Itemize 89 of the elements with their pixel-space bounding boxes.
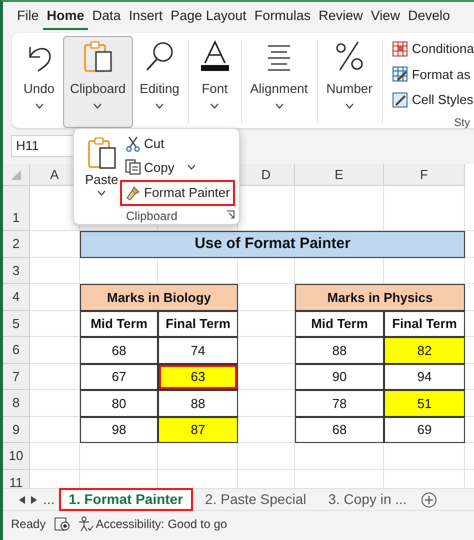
table-cell: 67 [80,364,158,390]
menu-tab[interactable]: Data [88,5,125,30]
conditional-style-icon [392,40,408,57]
column-header[interactable]: F [384,164,465,186]
column-heading: Mid Term [295,310,384,337]
group-label: Sty [454,116,470,130]
caret-icon [274,102,284,108]
column-header[interactable]: D [238,164,295,186]
row-header[interactable]: 6 [3,337,30,364]
cell-style-icon [392,92,408,108]
column-header[interactable]: E [295,164,384,186]
ribbon-button[interactable]: Number [319,36,380,128]
caret-icon [93,102,102,108]
row-header[interactable]: 11 [3,470,30,488]
row-header[interactable]: 2 [3,231,30,258]
ribbon-button[interactable]: Font [190,36,239,128]
scroll-left-icon[interactable] [19,496,25,504]
dialog-launcher-icon [226,210,235,219]
sheet-tab[interactable]: 2. Paste Special [197,490,314,509]
menu-item[interactable]: Copy [122,156,235,178]
menu-tab[interactable]: Insert [124,5,167,30]
paintbrush-icon [125,184,141,201]
caret-icon [344,102,354,108]
table-cell: 74 [158,337,238,364]
status-text: Ready [11,516,46,533]
menu-tab[interactable]: Develo [404,5,454,30]
table-style-icon [392,66,408,82]
menu-tab[interactable]: View [366,5,404,30]
status-text[interactable]: Accessibility: Good to go [96,515,228,533]
column-heading: Final Term [384,310,465,337]
add-sheet-icon[interactable] [420,492,437,508]
table-title: Marks in Physics [295,284,465,310]
sheet-tab[interactable]: 1. Format Painter [60,490,192,509]
row-header[interactable]: 3 [3,258,30,284]
style-menu-button[interactable]: Format as [392,62,474,87]
table-cell: 94 [384,364,465,390]
table-cell: 69 [384,416,465,443]
table-cell: 68 [80,337,158,364]
row-header[interactable]: 4 [3,284,30,310]
scroll-right-icon[interactable] [31,496,37,504]
clipboard-icon [86,136,117,170]
menu-item[interactable]: Format Painter [120,180,235,206]
column-heading: Mid Term [80,310,158,337]
menu-tab[interactable]: Review [314,5,367,30]
row-header[interactable]: 7 [3,364,30,390]
column-heading: Final Term [158,310,238,337]
table-cell: 80 [80,390,158,416]
caret-icon [155,102,164,108]
grid-cell[interactable] [30,443,80,470]
menu-tab[interactable]: Page Layout [166,5,250,30]
menu-tab[interactable]: File [13,5,43,30]
accessibility-icon [78,516,94,532]
caret-icon [210,102,220,108]
caret-icon [97,190,106,196]
table-cell: 90 [295,364,384,390]
more-sheets-button[interactable]: ... [43,489,55,510]
group-label: Clipboard [126,208,178,225]
style-menu-button[interactable]: Conditiona [392,36,474,62]
row-header[interactable]: 9 [3,416,30,443]
select-all-icon [11,170,21,180]
row-header[interactable]: 1 [3,186,30,231]
row-header[interactable]: 10 [3,443,30,470]
row-header[interactable]: 8 [3,390,30,416]
menu-tab[interactable]: Home [42,5,88,30]
grid-cell[interactable] [30,258,80,284]
table-cell: 68 [295,416,384,443]
copy-icon [125,159,141,176]
table-cell: 88 [158,390,238,416]
style-menu-button[interactable]: Cell Styles [392,87,474,112]
table-cell: 88 [295,337,384,364]
scissors-icon [125,136,141,152]
table-cell: 87 [158,416,238,443]
table-cell: 82 [384,337,465,364]
ribbon-button[interactable]: Undo [15,36,63,128]
row-header[interactable]: 5 [3,310,30,337]
table-cell: 63 [158,364,238,390]
macro-record-icon[interactable] [54,517,70,531]
ribbon-button[interactable]: Alignment [243,36,315,128]
menu-tab[interactable]: Formulas [250,5,315,30]
caret-icon [34,102,44,108]
ribbon-button[interactable]: Editing [132,36,186,128]
table-title: Marks in Biology [80,284,238,310]
grid-cell[interactable] [238,443,295,470]
table-cell: 78 [295,390,384,416]
sheet-tab[interactable]: 3. Copy in ... [320,490,415,509]
table-cell: 98 [80,416,158,443]
table-cell: 51 [384,390,465,416]
table-title: Use of Format Painter [80,231,465,258]
ribbon-button[interactable]: Clipboard [63,36,133,128]
